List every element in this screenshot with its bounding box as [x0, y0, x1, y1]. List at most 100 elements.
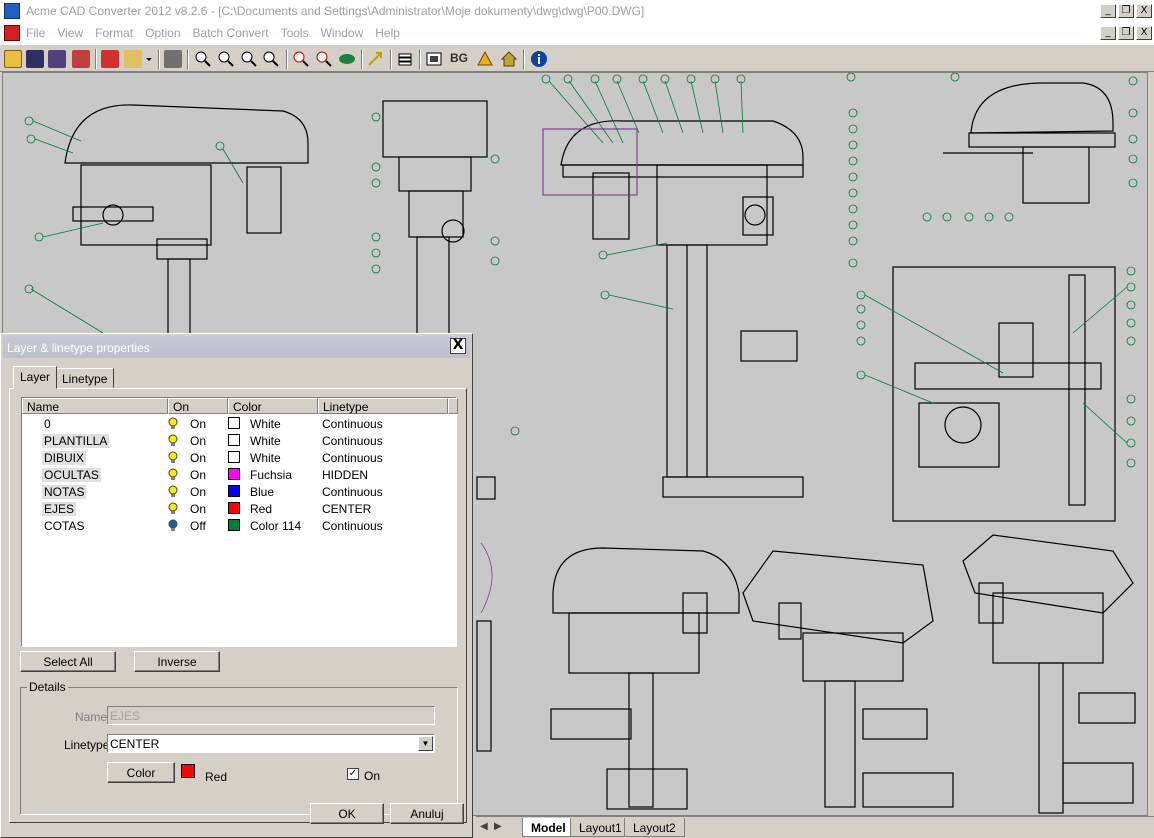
on-checkbox[interactable]: ✓: [347, 768, 359, 780]
doc-restore-button[interactable]: ❐: [1118, 26, 1134, 40]
convert-icon[interactable]: [72, 50, 90, 68]
layer-name: PLANTILLA: [42, 434, 110, 448]
restore-button[interactable]: ❐: [1118, 4, 1134, 18]
doc-close-button[interactable]: X: [1136, 26, 1152, 40]
vertical-scrollbar[interactable]: [1148, 72, 1154, 816]
lightbulb-icon[interactable]: [168, 502, 178, 515]
pan-icon[interactable]: [366, 50, 384, 68]
zoom-extents-icon[interactable]: [262, 50, 280, 68]
menu-tools[interactable]: Tools: [281, 26, 309, 40]
tab-layer[interactable]: Layer: [13, 366, 58, 389]
menu-file[interactable]: File: [26, 26, 45, 40]
layer-on-state: On: [190, 434, 207, 448]
dialog-close-button[interactable]: X: [450, 338, 466, 354]
layer-linetype: Continuous: [322, 417, 383, 431]
menu-option[interactable]: Option: [145, 26, 180, 40]
inverse-button[interactable]: Inverse: [134, 651, 220, 672]
tab-linetype[interactable]: Linetype: [55, 368, 115, 388]
view-icon[interactable]: [338, 50, 356, 68]
minimize-button[interactable]: _: [1100, 4, 1116, 18]
chevron-down-icon[interactable]: ▼: [418, 736, 433, 751]
tab-model[interactable]: Model: [522, 818, 575, 837]
cancel-button[interactable]: Anuluj: [390, 803, 464, 824]
layer-row[interactable]: COTAS Off Color 114 Continuous: [22, 517, 456, 534]
doc-minimize-button[interactable]: _: [1100, 26, 1116, 40]
details-title: Details: [27, 680, 68, 694]
print-icon[interactable]: [164, 50, 182, 68]
layer-row[interactable]: 0 On White Continuous: [22, 415, 456, 432]
document-icon[interactable]: [4, 25, 20, 41]
column-linetype[interactable]: Linetype: [318, 398, 448, 414]
layer-color-swatch[interactable]: [228, 434, 240, 446]
zoom-previous-icon[interactable]: [315, 50, 333, 68]
layer-color-swatch[interactable]: [228, 468, 240, 480]
color-swatch: [181, 764, 195, 778]
select-all-button[interactable]: Select All: [20, 651, 116, 672]
menu-help[interactable]: Help: [375, 26, 400, 40]
layer-name: EJES: [42, 502, 77, 516]
layer-name: NOTAS: [42, 485, 87, 499]
pdf-icon[interactable]: [101, 50, 119, 68]
layer-on-state: On: [190, 451, 207, 465]
tab-layout2[interactable]: Layout2: [624, 818, 685, 837]
column-color[interactable]: Color: [228, 398, 318, 414]
layer-color: Color 114: [250, 519, 302, 533]
hand-icon[interactable]: [476, 50, 494, 68]
layer-color-swatch[interactable]: [228, 519, 240, 531]
zoom-window-icon[interactable]: [240, 50, 258, 68]
layers-icon[interactable]: [396, 50, 414, 68]
save-all-icon[interactable]: [48, 50, 66, 68]
info-icon[interactable]: [530, 50, 548, 68]
ok-button[interactable]: OK: [310, 803, 384, 824]
linetype-select[interactable]: CENTER ▼: [107, 734, 435, 753]
background-button[interactable]: BG: [450, 51, 468, 65]
menu-batch-convert[interactable]: Batch Convert: [193, 26, 269, 40]
layer-color: White: [250, 434, 281, 448]
menu-format[interactable]: Format: [95, 26, 133, 40]
batch-icon[interactable]: [124, 50, 142, 68]
menu-view[interactable]: View: [57, 26, 83, 40]
column-name[interactable]: Name: [22, 398, 168, 414]
linetype-label: Linetype: [64, 738, 110, 752]
layer-list[interactable]: Name On Color Linetype 0 On White Continuou…: [21, 397, 458, 647]
menu-window[interactable]: Window: [321, 26, 364, 40]
details-group: Details Name EJES Linetype CENTER ▼ Colo…: [20, 680, 458, 815]
tab-prev-icon[interactable]: ◀: [480, 821, 488, 832]
layer-name: DIBUIX: [42, 451, 87, 465]
layer-color: White: [250, 451, 281, 465]
tab-next-icon[interactable]: ▶: [494, 821, 502, 832]
layer-row[interactable]: EJES On Red CENTER: [22, 500, 456, 517]
lightbulb-icon[interactable]: [168, 485, 178, 498]
zoom-out-icon[interactable]: [194, 50, 212, 68]
save-icon[interactable]: [26, 50, 44, 68]
color-button[interactable]: Color: [107, 762, 175, 783]
lightbulb-icon[interactable]: [168, 519, 178, 532]
zoom-in-icon[interactable]: [217, 50, 235, 68]
layer-linetype: CENTER: [322, 502, 372, 516]
layer-row[interactable]: OCULTAS On Fuchsia HIDDEN: [22, 466, 456, 483]
lightbulb-icon[interactable]: [168, 417, 178, 430]
layer-color-swatch[interactable]: [228, 417, 240, 429]
layer-color-swatch[interactable]: [228, 451, 240, 463]
close-button[interactable]: X: [1136, 4, 1152, 18]
layer-color-swatch[interactable]: [228, 502, 240, 514]
layer-row[interactable]: DIBUIX On White Continuous: [22, 449, 456, 466]
home-icon[interactable]: [500, 50, 518, 68]
open-folder-icon[interactable]: [4, 50, 22, 68]
layer-row[interactable]: NOTAS On Blue Continuous: [22, 483, 456, 500]
layer-linetype: Continuous: [322, 434, 383, 448]
lightbulb-icon[interactable]: [168, 468, 178, 481]
dialog-title: Layer & linetype properties: [3, 336, 470, 358]
zoom-realtime-icon[interactable]: [292, 50, 310, 68]
lightbulb-icon[interactable]: [168, 451, 178, 464]
layer-color: Red: [250, 502, 273, 516]
title-bar: Acme CAD Converter 2012 v8.2.6 - [C:\Doc…: [0, 0, 1154, 22]
layer-on-state: On: [190, 485, 207, 499]
column-on[interactable]: On: [168, 398, 228, 414]
layer-row[interactable]: PLANTILLA On White Continuous: [22, 432, 456, 449]
chevron-down-icon[interactable]: [144, 50, 154, 68]
black-white-icon[interactable]: [425, 50, 443, 68]
layer-color-swatch[interactable]: [228, 485, 240, 497]
lightbulb-icon[interactable]: [168, 434, 178, 447]
tab-layout1[interactable]: Layout1: [570, 818, 631, 837]
